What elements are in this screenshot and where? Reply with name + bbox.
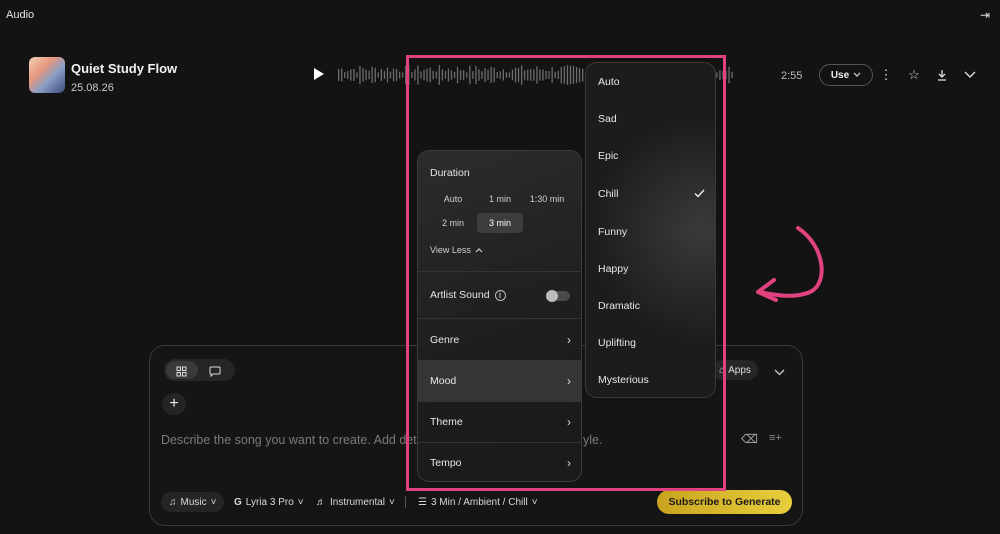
waveform-bar bbox=[392, 68, 395, 82]
waveform-bar bbox=[395, 69, 398, 81]
chip-divider bbox=[405, 496, 406, 508]
music-note-icon: ♫ bbox=[169, 496, 177, 508]
use-button[interactable]: Use bbox=[819, 64, 873, 86]
collapse-panel-icon[interactable]: ⇥ bbox=[980, 8, 990, 22]
instrumental-chip-label: Instrumental bbox=[330, 496, 386, 508]
waveform-bar bbox=[374, 67, 376, 83]
track-thumbnail[interactable] bbox=[29, 57, 65, 93]
waveform-bar bbox=[377, 72, 379, 78]
grid-icon bbox=[176, 364, 187, 382]
waveform-bar bbox=[347, 71, 349, 79]
annotation-arrow-icon bbox=[756, 226, 824, 302]
chevron-down-icon[interactable] bbox=[774, 363, 785, 381]
waveform-bar bbox=[728, 66, 730, 84]
waveform-bar bbox=[731, 71, 733, 79]
settings-chip[interactable]: ☰ 3 Min / Ambient / Chill ˅ bbox=[418, 492, 538, 512]
clear-icon[interactable]: ⌫ bbox=[741, 432, 758, 446]
model-chip[interactable]: G Lyria 3 Pro ˅ bbox=[234, 492, 304, 512]
subscribe-generate-button[interactable]: Subscribe to Generate bbox=[657, 490, 792, 514]
use-button-label: Use bbox=[830, 69, 850, 81]
waveform-bar bbox=[402, 72, 404, 78]
waveform-bar bbox=[353, 68, 355, 81]
expand-chevron-icon[interactable] bbox=[962, 67, 978, 83]
waveform-bar bbox=[341, 68, 343, 82]
track-duration: 2:55 bbox=[781, 70, 803, 82]
apps-label: Apps bbox=[728, 364, 751, 376]
waveform-bar bbox=[338, 69, 340, 81]
waveform-bar bbox=[399, 71, 401, 79]
waveform-bar bbox=[344, 72, 346, 78]
waveform-bar bbox=[356, 72, 358, 78]
waveform-bar bbox=[362, 68, 364, 82]
google-icon: G bbox=[234, 496, 242, 508]
prompt-input-left[interactable]: Describe the song you want to create. Ad… bbox=[161, 433, 417, 447]
instrumental-icon: ♬ bbox=[316, 496, 326, 508]
chat-icon[interactable] bbox=[209, 364, 221, 382]
waveform-bar bbox=[389, 71, 392, 79]
sliders-icon: ☰ bbox=[418, 496, 427, 508]
waveform-bar bbox=[350, 69, 352, 81]
download-icon[interactable] bbox=[934, 67, 950, 83]
waveform-bar bbox=[383, 71, 386, 79]
chevron-down-icon: ˅ bbox=[531, 496, 538, 508]
waveform-bar bbox=[380, 69, 382, 81]
track-date: 25.08.26 bbox=[71, 82, 114, 94]
waveform-bar bbox=[371, 66, 373, 84]
list-add-icon[interactable]: ≡+ bbox=[769, 432, 782, 444]
waveform-bar bbox=[365, 69, 367, 81]
star-icon[interactable]: ☆ bbox=[906, 67, 922, 83]
play-icon[interactable] bbox=[314, 68, 324, 80]
model-chip-label: Lyria 3 Pro bbox=[245, 496, 294, 508]
add-attachment-button[interactable]: + bbox=[162, 393, 186, 415]
music-chip[interactable]: ♫ Music ˅ bbox=[161, 492, 225, 512]
waveform-bar bbox=[359, 66, 361, 85]
app-title: Audio bbox=[6, 9, 35, 21]
highlight-box bbox=[406, 55, 726, 491]
chevron-down-icon bbox=[853, 72, 861, 77]
chevron-down-icon: ˅ bbox=[210, 496, 217, 508]
track-title[interactable]: Quiet Study Flow bbox=[71, 61, 177, 76]
waveform-bar bbox=[386, 67, 389, 83]
music-chip-label: Music bbox=[180, 496, 207, 508]
chevron-down-icon: ˅ bbox=[389, 496, 395, 508]
waveform-bar bbox=[368, 70, 370, 80]
more-vertical-icon[interactable]: ⋮ bbox=[878, 67, 894, 83]
settings-chip-label: 3 Min / Ambient / Chill bbox=[430, 496, 528, 508]
instrumental-chip[interactable]: ♬ Instrumental ˅ bbox=[316, 492, 395, 512]
chevron-down-icon: ˅ bbox=[297, 496, 304, 508]
